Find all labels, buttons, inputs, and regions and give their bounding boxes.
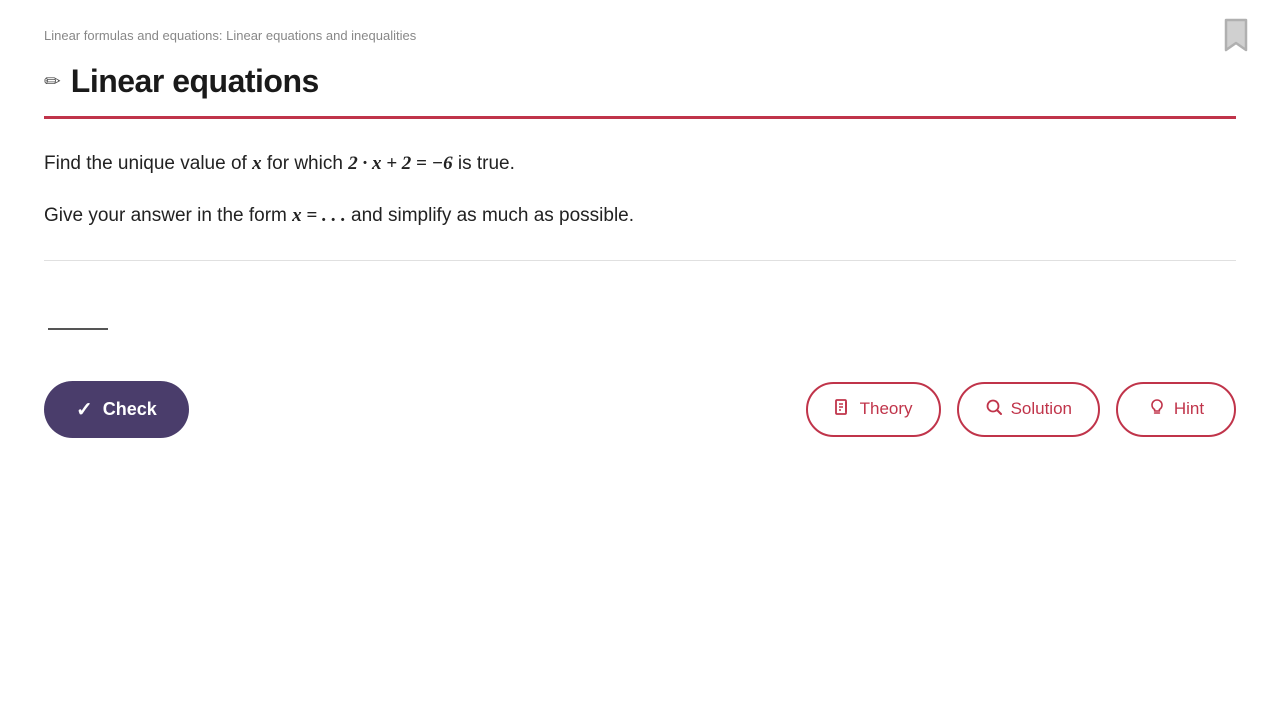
hint-icon [1148, 398, 1166, 421]
red-divider [44, 116, 1236, 119]
hint-form: x = . . . [292, 205, 346, 226]
hint-button[interactable]: Hint [1116, 382, 1236, 437]
hint-label: Hint [1174, 399, 1204, 419]
problem-line1: Find the unique value of x for which 2 ·… [44, 149, 1236, 179]
page-title: Linear equations [71, 63, 319, 100]
solution-label: Solution [1011, 399, 1072, 419]
bookmark-icon[interactable] [1224, 18, 1248, 57]
title-row: ✏ Linear equations [44, 63, 1236, 100]
answer-area [44, 291, 1236, 341]
theory-button[interactable]: Theory [806, 382, 941, 437]
problem-text-mid: for which [262, 153, 349, 174]
page-container: Linear formulas and equations: Linear eq… [0, 0, 1280, 720]
problem-text-before: Find the unique value of [44, 153, 252, 174]
hint-text-after: and simplify as much as possible. [346, 205, 634, 226]
pencil-icon: ✏ [44, 69, 61, 94]
answer-input[interactable] [48, 301, 108, 330]
answer-hint: Give your answer in the form x = . . . a… [44, 201, 1236, 231]
problem-variable: x [252, 153, 262, 174]
actions-row: ✓ Check Theory [44, 381, 1236, 438]
check-button[interactable]: ✓ Check [44, 381, 189, 438]
problem-equation: 2 · x + 2 = −6 [348, 153, 452, 174]
light-divider [44, 260, 1236, 261]
solution-icon [985, 398, 1003, 421]
theory-label: Theory [860, 399, 913, 419]
check-icon: ✓ [76, 397, 93, 422]
problem-text-end: is true. [453, 153, 515, 174]
check-label: Check [103, 399, 157, 420]
theory-icon [834, 398, 852, 421]
secondary-buttons: Theory Solution [806, 382, 1236, 437]
hint-text-before: Give your answer in the form [44, 205, 292, 226]
solution-button[interactable]: Solution [957, 382, 1100, 437]
breadcrumb: Linear formulas and equations: Linear eq… [44, 28, 1236, 43]
